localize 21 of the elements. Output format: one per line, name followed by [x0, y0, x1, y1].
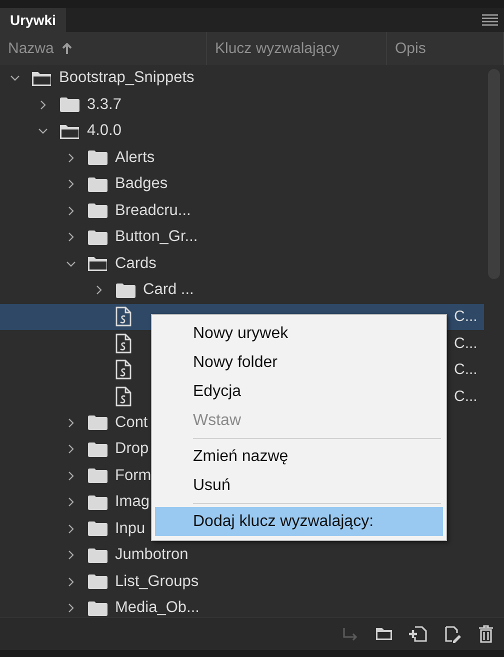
folder-name: Bootstrap_Snippets: [59, 69, 194, 88]
folder-name: Button_Gr...: [115, 228, 198, 246]
folder-name: Breadcru...: [115, 202, 191, 220]
trigger-text: C...: [454, 361, 478, 378]
folder-name: Card ...: [143, 281, 194, 300]
folder-name: Drop: [115, 440, 149, 458]
folder-name: Media_Ob...: [115, 599, 200, 617]
folder-name: 4.0.0: [87, 122, 122, 140]
folder-name: List_Groups: [115, 572, 199, 591]
folder-name: Badges: [115, 175, 168, 194]
trigger-text: C...: [454, 308, 478, 326]
trigger-text: C...: [454, 334, 478, 352]
folder-name: Inpu: [115, 520, 146, 538]
folder-name: Alerts: [115, 148, 155, 167]
folder-name: 3.3.7: [87, 96, 122, 114]
folder-name: Form: [115, 466, 152, 485]
folder-name: Cont: [115, 414, 148, 432]
folder-name: Jumbotron: [115, 546, 188, 564]
trigger-text: C...: [454, 388, 478, 405]
folder-name: Cards: [115, 254, 156, 273]
folder-name: Imag: [115, 493, 150, 512]
